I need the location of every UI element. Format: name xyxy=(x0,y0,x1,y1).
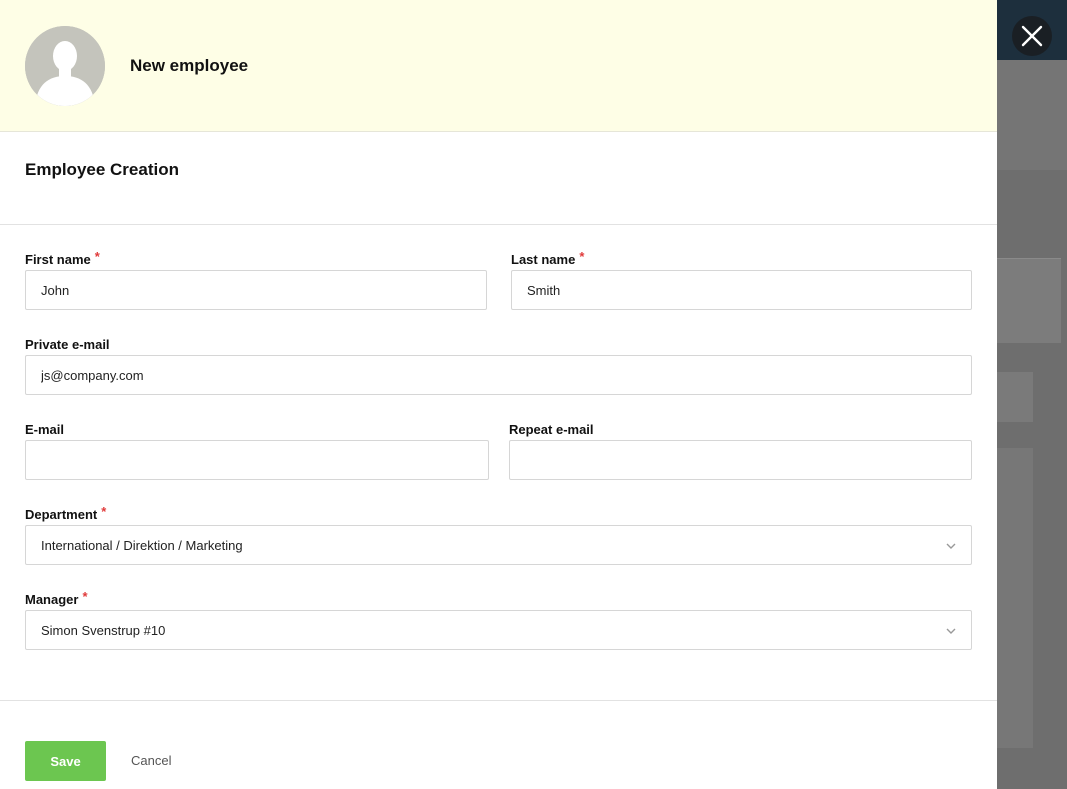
first-name-input[interactable] xyxy=(25,270,487,310)
avatar xyxy=(25,26,105,106)
chevron-down-icon xyxy=(946,628,956,634)
backdrop-band xyxy=(997,60,1067,170)
department-value: International / Direktion / Marketing xyxy=(41,537,243,553)
backdrop-card xyxy=(997,258,1061,343)
department-select[interactable]: International / Direktion / Marketing xyxy=(25,525,972,565)
chevron-down-icon xyxy=(946,543,956,549)
footer-divider xyxy=(0,700,997,701)
first-name-label: First name * xyxy=(25,249,100,267)
email-input[interactable] xyxy=(25,440,489,480)
user-silhouette-icon xyxy=(25,26,105,106)
section-divider xyxy=(0,224,997,225)
manager-select[interactable]: Simon Svenstrup #10 xyxy=(25,610,972,650)
manager-label: Manager * xyxy=(25,589,88,607)
department-label: Department * xyxy=(25,504,107,522)
required-marker: * xyxy=(101,504,107,519)
private-email-input[interactable] xyxy=(25,355,972,395)
close-icon xyxy=(1021,25,1043,47)
page-title: New employee xyxy=(130,56,249,75)
close-button[interactable] xyxy=(1012,16,1052,56)
panel-header: New employee xyxy=(0,0,997,132)
manager-value: Simon Svenstrup #10 xyxy=(41,622,166,638)
section-title: Employee Creation xyxy=(25,160,179,179)
last-name-label: Last name * xyxy=(511,249,585,267)
last-name-input[interactable] xyxy=(511,270,972,310)
save-button[interactable]: Save xyxy=(25,741,106,781)
backdrop-card xyxy=(997,372,1033,422)
private-email-label: Private e-mail xyxy=(25,337,110,352)
email-label: E-mail xyxy=(25,422,65,437)
required-marker: * xyxy=(579,249,585,264)
cancel-button[interactable]: Cancel xyxy=(131,753,171,768)
repeat-email-label: Repeat e-mail xyxy=(509,422,594,437)
required-marker: * xyxy=(94,249,100,264)
backdrop-card xyxy=(997,448,1033,748)
employee-panel: New employee Employee Creation First nam… xyxy=(0,0,997,789)
repeat-email-input[interactable] xyxy=(509,440,972,480)
required-marker: * xyxy=(82,589,88,604)
